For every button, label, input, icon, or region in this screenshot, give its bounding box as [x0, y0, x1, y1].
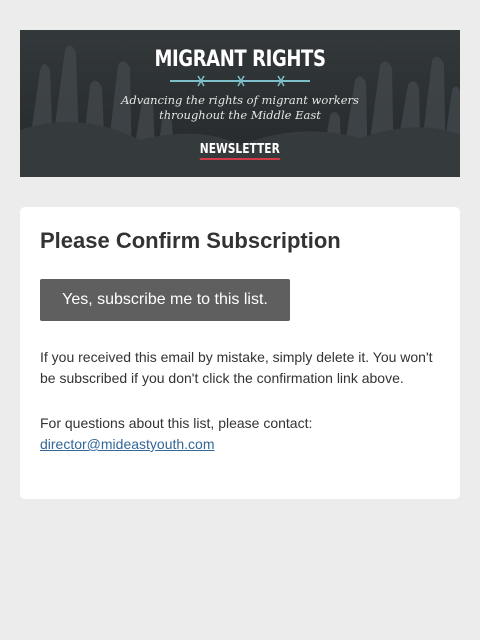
contact-email-link[interactable]: director@mideastyouth.com: [40, 436, 215, 452]
email-page: MIGRANT RIGHTS Advancing the rights of m…: [0, 0, 480, 640]
tagline-line-2: throughout the Middle East: [159, 108, 321, 122]
newsletter-banner: MIGRANT RIGHTS Advancing the rights of m…: [20, 30, 460, 177]
newsletter-label: NEWSLETTER: [20, 140, 460, 160]
newsletter-text: NEWSLETTER: [199, 142, 281, 160]
tagline-line-1: Advancing the rights of migrant workers: [121, 93, 359, 107]
banner-title: MIGRANT RIGHTS: [154, 47, 326, 72]
contact-prefix: For questions about this list, please co…: [40, 415, 313, 431]
page-title: Please Confirm Subscription: [40, 228, 341, 253]
barbed-wire-icon: [170, 75, 310, 87]
contact-info: For questions about this list, please co…: [40, 413, 440, 455]
confirmation-card: Please Confirm Subscription Yes, subscri…: [20, 207, 460, 499]
mistake-notice: If you received this email by mistake, s…: [40, 349, 433, 386]
banner-tagline: Advancing the rights of migrant workers …: [20, 93, 460, 123]
confirm-subscription-button[interactable]: Yes, subscribe me to this list.: [40, 279, 290, 321]
